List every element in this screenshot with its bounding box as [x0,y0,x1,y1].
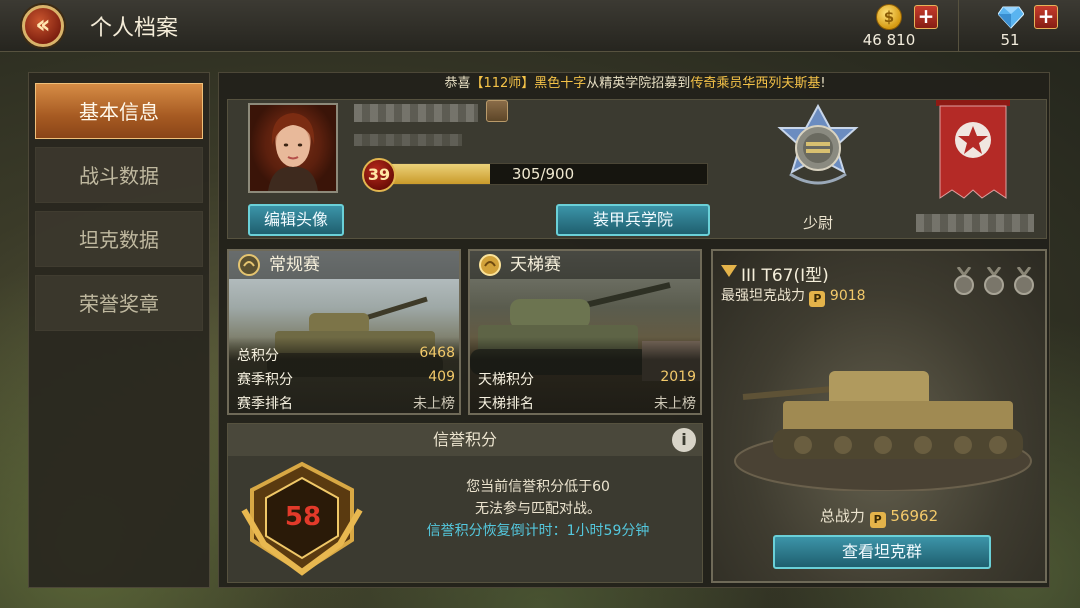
add-gems-button[interactable]: + [1034,5,1058,29]
row-label: 赛季排名 [237,396,293,412]
medal-icon [1014,267,1034,295]
row-label: 天梯积分 [478,372,534,388]
broadcast-notice: 恭喜【112师】黑色十字从精英学院招募到传奇乘员华西列夫斯基! [219,73,1051,95]
edit-avatar-button[interactable]: 编辑头像 [248,204,344,236]
credit-score-card: 信誉积分 i 58 您当前信誉积分低于60 无法参与匹配对战。 信誉积分恢复倒计… [227,423,703,583]
row-value: 409 [428,369,455,385]
nav-honor-medals[interactable]: 荣誉奖章 [35,275,203,331]
credit-title: 信誉积分 i [228,424,702,456]
credit-title-text: 信誉积分 [432,430,497,449]
regular-row-total: 总积分 6468 [237,345,455,365]
avatar[interactable] [248,103,338,193]
total-power-label: 总战力 [819,507,865,525]
total-power: 总战力 P 56962 [713,505,1045,528]
ladder-title: 天梯赛 [510,255,561,275]
legion-name-blurred [916,214,1034,232]
xp-text: 305/900 [511,165,575,183]
ladder-header: 天梯赛 [470,251,700,279]
page-title: 个人档案 [90,16,179,41]
gold-amount: 46 810 [862,31,916,49]
medal-icon [984,267,1004,295]
regular-title: 常规赛 [269,255,320,275]
diamond-icon [998,6,1024,29]
level-badge: 39 [362,158,396,192]
row-value: 未上榜 [654,396,696,412]
legion-banner-icon [936,100,1010,199]
side-nav: 基本信息 战斗数据 坦克数据 荣誉奖章 [28,72,210,588]
credit-countdown: 信誉积分恢复倒计时：1小时59分钟 [426,523,650,539]
power-icon: P [869,512,886,528]
total-power-value: 56962 [890,507,939,525]
regular-row-rank: 赛季排名 未上榜 [237,393,455,413]
notice-unit: 【112师】 [470,76,535,91]
main-panel: 恭喜【112师】黑色十字从精英学院招募到传奇乘员华西列夫斯基! 305/900 … [218,72,1050,588]
portrait-icon [268,113,318,191]
notice-middle: 从精英学院招募到 [586,76,691,91]
gold-coin-icon: $ [876,4,902,30]
xp-bar: 305/900 [378,163,708,185]
credit-message-2: 无法参与匹配对战。 [475,501,601,517]
notice-rarity: 传奇乘员 [690,76,743,91]
nav-basic-info[interactable]: 基本信息 [35,83,203,139]
notice-player: 黑色十字 [534,76,587,91]
tier-triangle-icon [721,265,737,277]
row-value: 未上榜 [413,396,455,412]
info-icon[interactable]: i [672,428,696,452]
power-value: 9018 [829,288,866,304]
nav-tank-data[interactable]: 坦克数据 [35,211,203,267]
player-id-blurred [354,134,462,146]
divider [958,0,959,52]
strongest-tank-panel: III T67(I型) 最强坦克战力 P 9018 总战力 P 56962 查看… [711,249,1047,583]
power-icon: P [809,291,826,307]
row-value: 2019 [660,369,696,385]
top-bar: ‹‹ 个人档案 $ + 46 810 + 51 [0,0,1080,52]
regular-row-season: 赛季积分 409 [237,369,455,389]
add-gold-button[interactable]: + [914,5,938,29]
profile-card: 305/900 39 编辑头像 装甲兵学院 少尉 [227,99,1047,239]
row-label: 天梯排名 [478,396,534,412]
medal-icon [954,267,974,295]
power-label: 最强坦克战力 [721,288,805,304]
rank-emblem-icon [777,104,859,185]
rank-name: 少尉 [802,214,833,232]
row-value: 6468 [419,345,455,361]
notice-suffix: ! [820,76,826,91]
ladder-row-rank: 天梯排名 未上榜 [478,393,696,413]
row-label: 赛季积分 [237,372,293,388]
tank-model-image [734,371,1032,491]
notice-crew: 华西列夫斯基 [742,76,821,91]
back-button[interactable]: ‹‹ [22,5,64,47]
ladder-row-points: 天梯积分 2019 [478,369,696,389]
view-tank-group-button[interactable]: 查看坦克群 [773,535,991,569]
regular-match-card[interactable]: 常规赛 总积分 6468 赛季积分 409 赛季排名 未上榜 [227,249,461,415]
player-name-blurred [354,104,478,122]
strongest-power: 最强坦克战力 P 9018 [721,285,866,307]
edit-name-icon[interactable] [486,100,508,122]
credit-message-1: 您当前信誉积分低于60 [466,479,610,495]
tank-name: III T67(I型) [741,266,829,286]
armor-academy-button[interactable]: 装甲兵学院 [556,204,710,236]
regular-header: 常规赛 [229,251,459,279]
row-label: 总积分 [237,348,279,364]
notice-prefix: 恭喜 [444,76,471,91]
nav-battle-data[interactable]: 战斗数据 [35,147,203,203]
ladder-match-card[interactable]: 天梯赛 天梯积分 2019 天梯排名 未上榜 [468,249,702,415]
gem-amount: 51 [1000,31,1020,49]
laurel-icon [238,254,260,276]
credit-value: 58 [284,502,322,532]
double-chevron-left-icon: ‹‹ [35,10,51,40]
laurel-gold-icon [479,254,501,276]
